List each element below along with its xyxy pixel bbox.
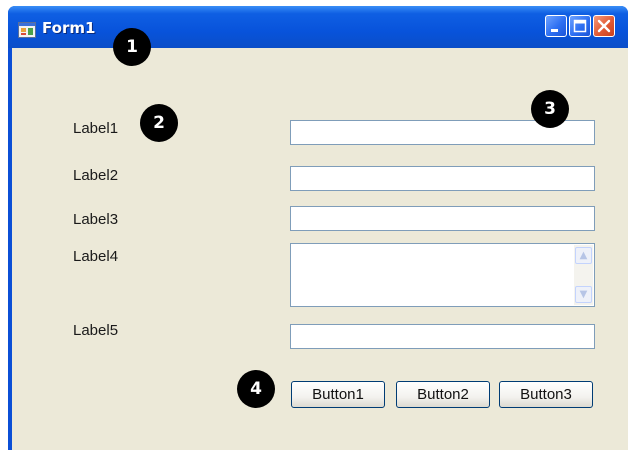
label5: Label5	[73, 322, 119, 339]
label1: Label1	[73, 120, 119, 137]
button2[interactable]: Button2	[396, 381, 490, 408]
callout-badge-4: 4	[237, 370, 275, 408]
vertical-scrollbar[interactable]: ▲ ▼	[574, 245, 593, 305]
close-button[interactable]	[593, 15, 615, 37]
form1-window: Form1 Label1 Label2 Label3 Label4 Label5	[8, 6, 628, 450]
minimize-icon	[551, 29, 558, 32]
minimize-button[interactable]	[545, 15, 567, 37]
form-app-icon	[18, 22, 36, 38]
callout-badge-1: 1	[113, 28, 151, 66]
textbox2[interactable]	[290, 166, 595, 191]
label4: Label4	[73, 248, 119, 265]
title-bar[interactable]: Form1	[8, 6, 628, 48]
window-title: Form1	[42, 19, 96, 37]
label2: Label2	[73, 167, 119, 184]
callout-badge-2: 2	[140, 104, 178, 142]
textbox5[interactable]	[290, 324, 595, 349]
scroll-up-arrow-icon[interactable]: ▲	[575, 247, 592, 264]
textbox3[interactable]	[290, 206, 595, 231]
scroll-down-arrow-icon[interactable]: ▼	[575, 286, 592, 303]
button1[interactable]: Button1	[291, 381, 385, 408]
maximize-button[interactable]	[569, 15, 591, 37]
label3: Label3	[73, 211, 119, 228]
maximize-icon	[573, 19, 587, 33]
close-icon	[597, 19, 611, 33]
callout-badge-3: 3	[531, 90, 569, 128]
button3[interactable]: Button3	[499, 381, 593, 408]
textbox4-multiline[interactable]: ▲ ▼	[290, 243, 595, 307]
